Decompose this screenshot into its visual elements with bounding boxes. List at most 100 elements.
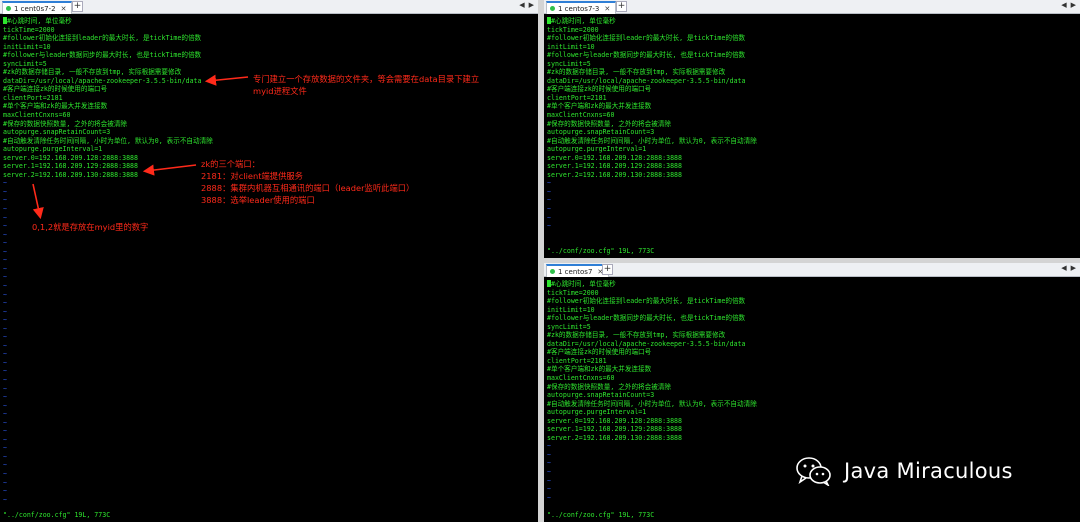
config-line: #单个客户端和zk的最大并发连接数 xyxy=(3,102,108,111)
annotation-port-3888: 3888：选举leader使用的端口 xyxy=(201,195,315,205)
config-line: #follower初始化连接到leader的最大时长, 是tickTime的倍数 xyxy=(547,297,746,306)
empty-line-tilde: ~ xyxy=(3,307,7,316)
config-line: #follower初始化连接到leader的最大时长, 是tickTime的倍数 xyxy=(547,34,746,43)
tab-centos7[interactable]: 1 centos7 ✕ xyxy=(546,264,610,277)
empty-line-tilde: ~ xyxy=(3,444,7,453)
vim-status-line: "../conf/zoo.cfg" 19L, 773C xyxy=(547,247,655,255)
add-tab-button[interactable]: + xyxy=(602,264,613,275)
config-line: #客户端连接zk的时候使用的端口号 xyxy=(547,348,652,357)
chevron-left-icon[interactable]: ◀ xyxy=(1061,264,1066,272)
config-line: #客户端连接zk的时候使用的端口号 xyxy=(547,85,652,94)
config-line: #follower与leader数据同步的最大时长, 也是tickTime的倍数 xyxy=(547,51,746,60)
add-tab-button[interactable]: + xyxy=(616,1,627,12)
vim-status-line: "../conf/zoo.cfg" 19L, 773C xyxy=(547,511,655,519)
chevron-right-icon[interactable]: ▶ xyxy=(529,1,534,9)
empty-line-tilde: ~ xyxy=(3,393,7,402)
tab-cent0s7-2[interactable]: 1 cent0s7-2 ✕ xyxy=(2,1,73,14)
empty-line-tilde: ~ xyxy=(3,281,7,290)
chevron-right-icon[interactable]: ▶ xyxy=(1071,264,1076,272)
config-line: server.1=192.168.209.129:2888:3888 xyxy=(547,425,682,434)
empty-line-tilde: ~ xyxy=(3,264,7,273)
config-line: #心跳时间, 单位毫秒 xyxy=(3,17,536,26)
empty-line-tilde: ~ xyxy=(3,358,7,367)
connected-status-icon xyxy=(550,6,555,11)
config-line: server.0=192.168.209.128:2888:3888 xyxy=(3,153,138,162)
tab-bar: 1 centos7-3 ✕ + ◀ ▶ xyxy=(544,0,1080,14)
annotation-port-2888: 2888：集群内机器互相通讯的端口（leader监听此端口） xyxy=(201,183,415,193)
empty-line-tilde: ~ xyxy=(547,196,551,205)
config-line: #zk的数据存储目录, 一般不存放到tmp, 实际根据需要修改 xyxy=(547,331,726,340)
config-line: tickTime=2000 xyxy=(3,25,55,34)
empty-line-tilde: ~ xyxy=(3,427,7,436)
empty-line-tilde: ~ xyxy=(3,213,7,222)
empty-line-tilde: ~ xyxy=(547,205,551,214)
watermark: Java Miraculous xyxy=(796,456,1013,486)
terminal-pane-top-right[interactable]: 1 centos7-3 ✕ + ◀ ▶ #心跳时间, 单位毫秒 tickTime=… xyxy=(544,0,1080,258)
terminal-content[interactable]: #心跳时间, 单位毫秒 tickTime=2000 #follower初始化连接到l… xyxy=(547,17,1078,246)
add-tab-button[interactable]: + xyxy=(72,1,83,12)
empty-line-tilde: ~ xyxy=(3,333,7,342)
empty-line-tilde: ~ xyxy=(3,418,7,427)
config-line: #自动触发清除任务时间间隔, 小时为单位, 默认为0, 表示不自动清除 xyxy=(547,399,757,408)
config-text: #心跳时间, 单位毫秒 xyxy=(551,17,616,25)
empty-line-tilde: ~ xyxy=(547,179,551,188)
empty-line-tilde: ~ xyxy=(3,316,7,325)
tab-label: 1 centos7-3 xyxy=(558,4,600,13)
watermark-text: Java Miraculous xyxy=(844,459,1013,483)
config-line: initLimit=10 xyxy=(547,42,595,51)
config-line: tickTime=2000 xyxy=(547,25,599,34)
config-line: initLimit=10 xyxy=(3,42,51,51)
config-line: autopurge.purgeInterval=1 xyxy=(547,408,647,417)
empty-line-tilde: ~ xyxy=(3,469,7,478)
chevron-left-icon[interactable]: ◀ xyxy=(519,1,524,9)
empty-line-tilde: ~ xyxy=(547,442,551,451)
close-icon[interactable]: ✕ xyxy=(604,5,610,13)
chevron-right-icon[interactable]: ▶ xyxy=(1071,1,1076,9)
config-line: #自动触发清除任务时间间隔, 小时为单位, 默认为0, 表示不自动清除 xyxy=(547,136,757,145)
config-line: autopurge.snapRetainCount=3 xyxy=(3,128,111,137)
empty-line-tilde: ~ xyxy=(3,256,7,265)
config-line: maxClientCnxns=60 xyxy=(547,374,615,383)
config-line: autopurge.snapRetainCount=3 xyxy=(547,128,655,137)
wechat-icon xyxy=(796,457,831,486)
empty-line-tilde: ~ xyxy=(3,367,7,376)
tab-bar: 1 cent0s7-2 ✕ + ◀ ▶ xyxy=(0,0,538,14)
tab-label: 1 cent0s7-2 xyxy=(14,4,56,13)
chevron-left-icon[interactable]: ◀ xyxy=(1061,1,1066,9)
connected-status-icon xyxy=(550,269,555,274)
connected-status-icon xyxy=(6,6,11,11)
config-line: maxClientCnxns=60 xyxy=(3,111,71,120)
vim-status-line: "../conf/zoo.cfg" 19L, 773C xyxy=(3,511,111,519)
config-line: #follower与leader数据同步的最大时长, 也是tickTime的倍数 xyxy=(3,51,202,60)
config-line: server.2=192.168.209.130:2888:3888 xyxy=(547,433,682,442)
empty-line-tilde: ~ xyxy=(3,401,7,410)
tab-centos7-3[interactable]: 1 centos7-3 ✕ xyxy=(546,1,617,14)
empty-line-tilde: ~ xyxy=(3,478,7,487)
empty-line-tilde: ~ xyxy=(3,375,7,384)
config-line: server.2=192.168.209.130:2888:3888 xyxy=(547,170,682,179)
empty-line-tilde: ~ xyxy=(3,410,7,419)
config-line: #单个客户端和zk的最大并发连接数 xyxy=(547,102,652,111)
empty-line-tilde: ~ xyxy=(547,485,551,494)
empty-line-tilde: ~ xyxy=(3,273,7,282)
annotation-ports-title: zk的三个端口： xyxy=(201,159,260,169)
tab-bar: 1 centos7 ✕ + ◀ ▶ xyxy=(544,263,1080,277)
empty-line-tilde: ~ xyxy=(3,487,7,496)
config-line: autopurge.snapRetainCount=3 xyxy=(547,391,655,400)
tab-nav: ◀ ▶ xyxy=(1061,1,1076,9)
empty-line-tilde: ~ xyxy=(547,213,551,222)
empty-line-tilde: ~ xyxy=(3,341,7,350)
config-line: tickTime=2000 xyxy=(547,288,599,297)
config-line: #单个客户端和zk的最大并发连接数 xyxy=(547,365,652,374)
config-line: maxClientCnxns=60 xyxy=(547,111,615,120)
empty-line-tilde: ~ xyxy=(3,290,7,299)
config-text: #心跳时间, 单位毫秒 xyxy=(551,280,616,288)
config-line: syncLimit=5 xyxy=(547,322,591,331)
config-line: initLimit=10 xyxy=(547,305,595,314)
config-line: server.1=192.168.209.129:2888:3888 xyxy=(547,162,682,171)
config-line: server.0=192.168.209.128:2888:3888 xyxy=(547,416,682,425)
config-line: syncLimit=5 xyxy=(3,59,47,68)
config-line: autopurge.purgeInterval=1 xyxy=(3,145,103,154)
close-icon[interactable]: ✕ xyxy=(61,5,67,13)
config-line: autopurge.purgeInterval=1 xyxy=(547,145,647,154)
